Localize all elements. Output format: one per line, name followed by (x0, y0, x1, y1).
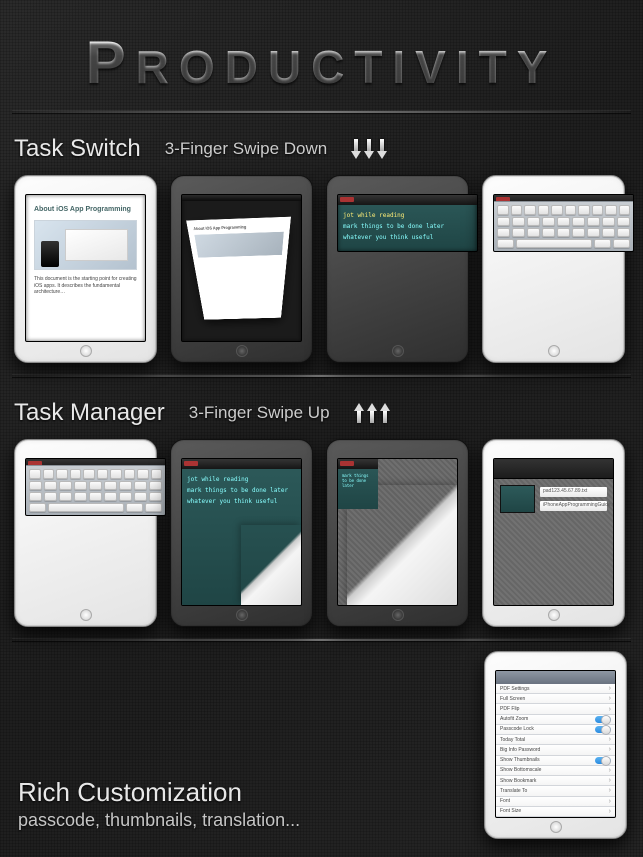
settings-row: Autofit Zoom (496, 715, 615, 725)
rich-customization-text: Rich Customization passcode, thumbnails,… (18, 777, 300, 831)
section-title-manager: Task Manager (14, 399, 165, 427)
home-button-icon (548, 345, 560, 357)
divider (12, 111, 631, 113)
settings-row: Today Total› (496, 735, 615, 745)
home-button-icon (80, 345, 92, 357)
ipad-manager-4: pad123.45.67.89.txt iPhoneAppProgramming… (482, 439, 625, 627)
home-button-icon (236, 609, 248, 621)
ipad-settings: PDF Settings› Full Screen› PDF Flip› Aut… (484, 651, 627, 839)
home-button-icon (392, 345, 404, 357)
section-task-switch: Task Switch 3-Finger Swipe Down About iO… (0, 121, 643, 367)
settings-row: Passcode Lock (496, 725, 615, 735)
home-button-icon (80, 609, 92, 621)
ipad-switch-3: jot while reading mark things to be done… (326, 175, 469, 363)
ipad-switch-4: jot while reading mark things to be done… (482, 175, 625, 363)
keyboard-icon (494, 201, 633, 251)
toggle-icon (595, 716, 611, 723)
divider (12, 375, 631, 377)
ipad-manager-1: jot while reading mark things to be done… (14, 439, 157, 627)
rich-title: Rich Customization (18, 777, 300, 808)
section-task-manager: Task Manager 3-Finger Swipe Up jot while… (0, 385, 643, 631)
settings-row: Show Thumbnails (496, 756, 615, 766)
settings-row: PDF Settings› (496, 684, 615, 694)
settings-row: Show Bottomscale› (496, 766, 615, 776)
home-button-icon (550, 821, 562, 833)
page-title: Productivity (0, 0, 643, 103)
taskmgr-thumbnail (500, 485, 535, 513)
section-gesture-switch: 3-Finger Swipe Down (165, 139, 328, 159)
taskmgr-header (494, 459, 613, 479)
rich-subtitle: passcode, thumbnails, translation... (18, 810, 300, 831)
divider (12, 639, 631, 641)
settings-row: Font Size› (496, 807, 615, 817)
taskmgr-file-label: pad123.45.67.89.txt (540, 487, 607, 497)
arrow-up-icon (354, 403, 390, 423)
settings-row: Translate To› (496, 786, 615, 796)
ipad-switch-2: About iOS App Programming (170, 175, 313, 363)
settings-row: Font› (496, 797, 615, 807)
settings-nav (496, 671, 615, 684)
ipad-manager-2: jot while reading mark things to be done… (170, 439, 313, 627)
home-button-icon (236, 345, 248, 357)
toggle-icon (595, 726, 611, 733)
settings-row: Full Screen› (496, 694, 615, 704)
arrow-down-icon (351, 139, 387, 159)
settings-row: Big Info Password› (496, 745, 615, 755)
ipad-switch-1: About iOS App Programming This document … (14, 175, 157, 363)
section-title-switch: Task Switch (14, 135, 141, 163)
toggle-icon (595, 757, 611, 764)
home-button-icon (392, 609, 404, 621)
settings-row: Show Bookmark› (496, 776, 615, 786)
ipad-manager-3: mark things to be done later (326, 439, 469, 627)
home-button-icon (548, 609, 560, 621)
settings-row: PDF Flip› (496, 704, 615, 714)
doc-heading: About iOS App Programming (34, 205, 137, 214)
taskmgr-file-label-2: iPhoneAppProgrammingGuide.pdf (540, 501, 607, 511)
section-gesture-manager: 3-Finger Swipe Up (189, 403, 330, 423)
